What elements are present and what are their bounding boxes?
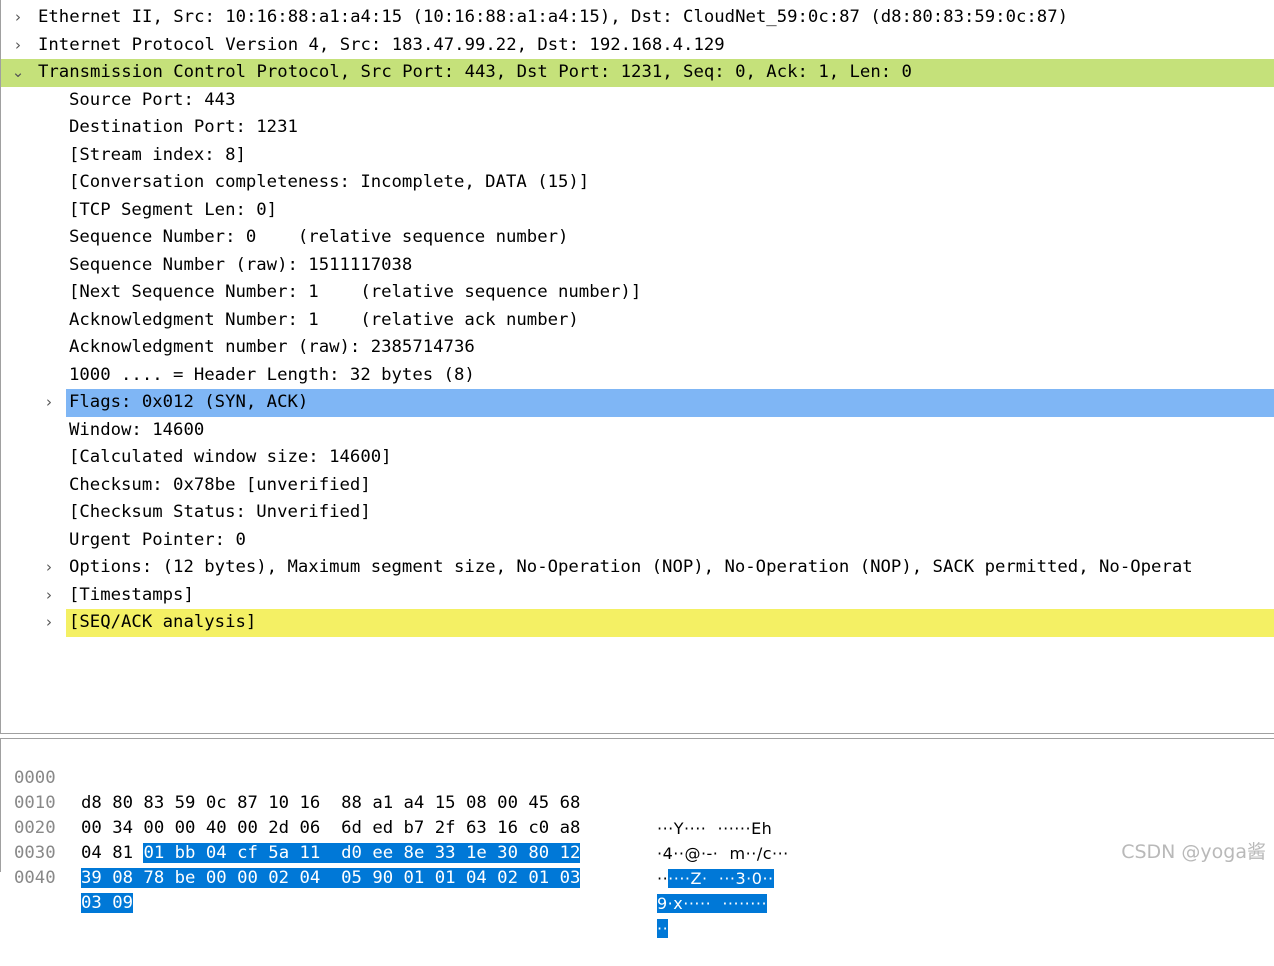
hex-ascii: 9·x····· ········ — [657, 891, 768, 916]
tcp-field-ack-number-raw[interactable]: Acknowledgment number (raw): 2385714736 — [1, 334, 1274, 362]
tcp-field-destination-port[interactable]: Destination Port: 1231 — [1, 114, 1274, 142]
field-label: Sequence Number (raw): 1511117038 — [69, 254, 413, 275]
tcp-field-urgent-pointer[interactable]: Urgent Pointer: 0 — [1, 527, 1274, 555]
hex-bytes: 39 08 78 be 00 00 02 04 05 90 01 01 04 0… — [81, 866, 581, 891]
tcp-field-next-sequence-number[interactable]: [Next Sequence Number: 1 (relative seque… — [1, 279, 1274, 307]
chevron-right-icon[interactable]: › — [41, 609, 57, 637]
field-label: Urgent Pointer: 0 — [69, 529, 246, 550]
chevron-right-icon[interactable]: › — [10, 32, 26, 60]
tcp-field-stream-index[interactable]: [Stream index: 8] — [1, 142, 1274, 170]
hex-row[interactable]: 0040 03 09 ·· — [1, 841, 1274, 938]
tcp-field-flags[interactable]: › Flags: 0x012 (SYN, ACK) — [46, 389, 1274, 417]
ascii-selected: 9·x····· ········ — [657, 894, 768, 913]
tree-item-label: Transmission Control Protocol, Src Port:… — [38, 62, 912, 82]
hex-offset: 0040 — [14, 868, 56, 888]
field-label: [Timestamps] — [69, 584, 194, 605]
watermark: CSDN @yoga酱 — [1121, 841, 1266, 863]
chevron-right-icon[interactable]: › — [41, 389, 57, 417]
field-label: Flags: 0x012 (SYN, ACK) — [69, 392, 309, 412]
field-label: Sequence Number: 0 (relative sequence nu… — [69, 227, 569, 247]
field-label: Destination Port: 1231 — [69, 117, 298, 137]
field-label: [TCP Segment Len: 0] — [69, 199, 278, 220]
field-label: Acknowledgment Number: 1 (relative ack n… — [69, 309, 579, 330]
field-label: [Conversation completeness: Incomplete, … — [69, 172, 590, 192]
hex-row[interactable]: 0030 39 08 78 be 00 00 02 04 05 90 01 01… — [1, 816, 1274, 913]
chevron-right-icon[interactable]: › — [10, 4, 26, 32]
field-label: Source Port: 443 — [69, 89, 236, 110]
tcp-field-source-port[interactable]: Source Port: 443 — [1, 87, 1274, 115]
tree-item-label: Ethernet II, Src: 10:16:88:a1:a4:15 (10:… — [38, 7, 1069, 27]
field-label: [Next Sequence Number: 1 (relative seque… — [69, 282, 642, 302]
field-label: 1000 .... = Header Length: 32 bytes (8) — [69, 364, 475, 385]
tree-item-ethernet[interactable]: › Ethernet II, Src: 10:16:88:a1:a4:15 (1… — [1, 4, 1274, 32]
field-label: [Calculated window size: 14600] — [69, 447, 392, 467]
hex-ascii: ······Z· ···3·0·· — [657, 866, 774, 891]
field-label: Checksum: 0x78be [unverified] — [69, 474, 371, 495]
hex-bytes: 03 09 — [81, 891, 134, 916]
field-label: Window: 14600 — [69, 419, 205, 440]
packet-bytes-pane[interactable]: 0000 d8 80 83 59 0c 87 10 16 88 a1 a4 15… — [0, 738, 1274, 938]
tcp-field-window[interactable]: Window: 14600 — [1, 417, 1274, 445]
tcp-field-options[interactable]: › Options: (12 bytes), Maximum segment s… — [1, 554, 1274, 582]
field-label: Acknowledgment number (raw): 2385714736 — [69, 337, 475, 357]
hex-row[interactable]: 0020 04 81 01 bb 04 cf 5a 11 d0 ee 8e 33… — [1, 791, 1274, 888]
field-label: [SEQ/ACK analysis] — [69, 612, 257, 632]
tcp-field-conversation-completeness[interactable]: [Conversation completeness: Incomplete, … — [1, 169, 1274, 197]
hex-row[interactable]: 0010 00 34 00 00 40 00 2d 06 6d ed b7 2f… — [1, 766, 1274, 863]
packet-details-pane[interactable]: › Ethernet II, Src: 10:16:88:a1:a4:15 (1… — [0, 0, 1274, 734]
tcp-field-seq-ack-analysis[interactable]: › [SEQ/ACK analysis] — [46, 609, 1274, 637]
tcp-field-sequence-number[interactable]: Sequence Number: 0 (relative sequence nu… — [1, 224, 1274, 252]
field-label: [Stream index: 8] — [69, 144, 246, 165]
tree-item-label: Internet Protocol Version 4, Src: 183.47… — [38, 34, 725, 55]
hex-bytes-selected: 39 08 78 be 00 00 02 04 05 90 01 01 04 0… — [81, 868, 581, 888]
field-label: Options: (12 bytes), Maximum segment siz… — [69, 557, 1193, 577]
ascii-selected: ·· — [657, 919, 669, 938]
tcp-field-timestamps[interactable]: › [Timestamps] — [1, 582, 1274, 610]
tcp-field-calculated-window[interactable]: [Calculated window size: 14600] — [1, 444, 1274, 472]
chevron-right-icon[interactable]: › — [41, 582, 57, 610]
tree-item-ipv4[interactable]: › Internet Protocol Version 4, Src: 183.… — [1, 32, 1274, 60]
tcp-field-checksum-status[interactable]: [Checksum Status: Unverified] — [1, 499, 1274, 527]
tree-item-tcp[interactable]: ⌄ Transmission Control Protocol, Src Por… — [1, 59, 1274, 87]
tcp-field-header-length[interactable]: 1000 .... = Header Length: 32 bytes (8) — [1, 362, 1274, 390]
chevron-down-icon[interactable]: ⌄ — [10, 59, 26, 87]
tcp-field-ack-number[interactable]: Acknowledgment Number: 1 (relative ack n… — [1, 307, 1274, 335]
hex-ascii: ·· — [657, 916, 669, 941]
chevron-right-icon[interactable]: › — [41, 554, 57, 582]
tcp-field-checksum[interactable]: Checksum: 0x78be [unverified] — [1, 472, 1274, 500]
hex-bytes-selected: 03 09 — [81, 893, 134, 913]
field-label: [Checksum Status: Unverified] — [69, 502, 371, 522]
hex-row[interactable]: 0000 d8 80 83 59 0c 87 10 16 88 a1 a4 15… — [1, 741, 1274, 838]
tcp-field-sequence-number-raw[interactable]: Sequence Number (raw): 1511117038 — [1, 252, 1274, 280]
tcp-field-segment-len[interactable]: [TCP Segment Len: 0] — [1, 197, 1274, 225]
